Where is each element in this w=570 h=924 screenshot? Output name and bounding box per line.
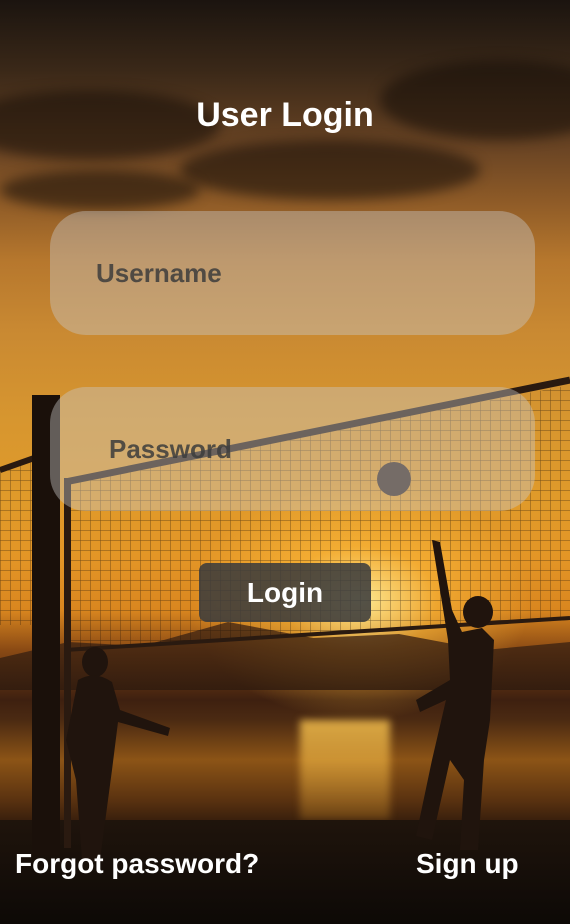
username-input[interactable] — [50, 211, 535, 335]
password-input[interactable] — [50, 387, 535, 511]
sign-up-link[interactable]: Sign up — [416, 848, 519, 880]
page-title: User Login — [196, 96, 374, 134]
login-button[interactable]: Login — [199, 563, 371, 622]
forgot-password-link[interactable]: Forgot password? — [15, 848, 259, 880]
